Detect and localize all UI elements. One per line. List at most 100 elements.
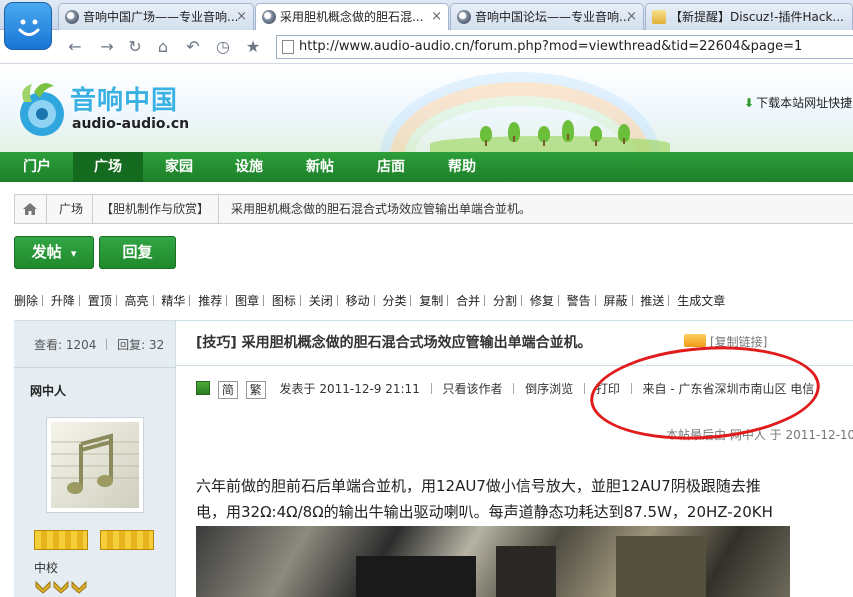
author-name[interactable]: 网中人 [30, 382, 66, 399]
mod-bump[interactable]: 升降 [51, 292, 75, 309]
mod-block[interactable]: 屏蔽 [604, 292, 628, 309]
only-author-link[interactable]: 只看该作者 [443, 382, 503, 396]
browser-tab-bar: 音响中国广场——专业音响... × 采用胆机概念做的胆石混... × 音响中国论… [0, 0, 853, 31]
browser-nav-bar: ← → ↻ ⌂ ↶ ◷ ★ http://www.audio-audio.cn/… [0, 30, 853, 64]
tab-label: 【新提醒】Discuz!-插件Hack... [670, 10, 844, 24]
print-link[interactable]: 打印 [596, 382, 620, 396]
avatar[interactable] [46, 417, 144, 513]
nav-item-home[interactable]: 家园 [150, 152, 208, 182]
bookmark-star-icon[interactable]: ★ [242, 36, 264, 58]
mod-close[interactable]: 关闭 [309, 292, 333, 309]
rank-chevron-icon [35, 580, 87, 594]
download-shortcut-label: 下载本站网址快捷 [756, 96, 853, 110]
post-date: 发表于 2011-12-9 21:11 [279, 382, 420, 396]
thread-type-tag[interactable]: [技巧] [196, 335, 237, 351]
nav-item-portal[interactable]: 门户 [8, 152, 66, 182]
address-bar[interactable]: http://www.audio-audio.cn/forum.php?mod=… [276, 35, 853, 59]
tab-close-icon[interactable]: × [236, 4, 247, 30]
tree-decoration [618, 124, 630, 144]
tab-label: 音响中国论坛——专业音响... [475, 10, 631, 24]
mod-stamp[interactable]: 图章 [235, 292, 259, 309]
nav-item-facilities[interactable]: 设施 [220, 152, 278, 182]
forward-icon[interactable]: → [96, 36, 118, 58]
replies-label: 回复: [117, 338, 146, 352]
nav-item-help[interactable]: 帮助 [433, 152, 491, 182]
views-label: 查看: [34, 338, 63, 352]
history-icon[interactable]: ◷ [212, 36, 234, 58]
breadcrumb-thread: 采用胆机概念做的胆石混合式场效应管输出单端合並机。 [231, 202, 532, 216]
home-icon[interactable]: ⌂ [152, 36, 174, 58]
mod-delete[interactable]: 删除 [14, 292, 38, 309]
site-logo-text: 音响中国 [70, 86, 179, 116]
mod-digest[interactable]: 精华 [161, 292, 185, 309]
post-origin: 来自 - 广东省深圳市南山区 电信 [642, 382, 815, 396]
component-shape [616, 536, 706, 597]
nav-item-plaza[interactable]: 广场 [73, 152, 143, 182]
views-count: 1204 [65, 338, 97, 352]
mod-split[interactable]: 分割 [493, 292, 517, 309]
breadcrumb: 广场 【胆机制作与欣赏】 采用胆机概念做的胆石混合式场效应管输出单端合並机。 [14, 194, 853, 224]
heatsink-shape [356, 556, 476, 597]
mod-icon[interactable]: 图标 [272, 292, 296, 309]
mod-merge[interactable]: 合并 [456, 292, 480, 309]
online-status-icon [196, 381, 210, 395]
refresh-icon[interactable]: ↻ [124, 36, 146, 58]
new-post-button[interactable]: 发帖 ▾ [14, 236, 94, 269]
browser-tab-4[interactable]: 【新提醒】Discuz!-插件Hack... [645, 3, 853, 30]
hill-decoration [430, 136, 670, 152]
post-content: [技巧] 采用胆机概念做的胆石混合式场效应管输出单端合並机。 [复制链接] 简 … [176, 321, 853, 597]
site-favicon-icon [457, 10, 471, 24]
post-body: 六年前做的胆前石后单端合並机，用12AU7做小信号放大，並胆12AU7阴极跟随去… [196, 473, 853, 525]
tab-close-icon[interactable]: × [626, 4, 637, 30]
site-favicon-icon [262, 10, 276, 24]
breadcrumb-separator [211, 195, 219, 223]
nav-item-shops[interactable]: 店面 [362, 152, 420, 182]
amplifier-photo[interactable] [196, 526, 790, 597]
traditional-chinese-button[interactable]: 繁 [245, 381, 266, 399]
mod-warn[interactable]: 警告 [567, 292, 591, 309]
download-arrow-icon: ⬇ [744, 96, 755, 110]
mod-generate-article[interactable]: 生成文章 [677, 292, 725, 309]
tab-label: 采用胆机概念做的胆石混... [280, 10, 424, 24]
thread-title-text: 采用胆机概念做的胆石混合式场效应管输出单端合並机。 [241, 335, 592, 351]
medal-icon [100, 530, 154, 550]
moderation-toolbar: 删除 升降 置顶 高亮 精华 推荐 图章 图标 关闭 移动 分类 复制 合并 分… [14, 292, 725, 308]
tree-decoration [562, 120, 574, 142]
reverse-order-link[interactable]: 倒序浏览 [525, 382, 573, 396]
reply-button[interactable]: 回复 [99, 236, 176, 269]
back-icon[interactable]: ← [64, 36, 86, 58]
mod-repair[interactable]: 修复 [530, 292, 554, 309]
tree-decoration [590, 126, 602, 146]
browser-tab-2[interactable]: 采用胆机概念做的胆石混... × [255, 3, 449, 31]
medal-badges [34, 530, 154, 550]
url-text: http://www.audio-audio.cn/forum.php?mod=… [299, 39, 803, 54]
mod-push[interactable]: 推送 [640, 292, 664, 309]
replies-count: 32 [148, 338, 165, 352]
copy-link[interactable]: [复制链接] [684, 333, 767, 350]
breadcrumb-forum[interactable]: 【胆机制作与欣赏】 [101, 195, 209, 223]
mod-category[interactable]: 分类 [382, 292, 406, 309]
nav-item-new-posts[interactable]: 新帖 [291, 152, 349, 182]
breadcrumb-plaza[interactable]: 广场 [59, 195, 83, 223]
site-logo-domain: audio-audio.cn [72, 116, 190, 132]
tab-close-icon[interactable]: × [431, 4, 442, 30]
new-post-label: 发帖 [31, 243, 62, 261]
browser-tab-1[interactable]: 音响中国广场——专业音响... × [58, 3, 254, 30]
mod-copy[interactable]: 复制 [419, 292, 443, 309]
mod-stick[interactable]: 置顶 [88, 292, 112, 309]
clipboard-icon [684, 334, 706, 347]
mod-recommend[interactable]: 推荐 [198, 292, 222, 309]
site-logo-icon[interactable] [14, 76, 70, 140]
tree-decoration [538, 126, 550, 146]
mod-highlight[interactable]: 高亮 [125, 292, 149, 309]
breadcrumb-separator [85, 195, 93, 223]
home-icon[interactable] [22, 202, 38, 216]
download-shortcut-link[interactable]: ⬇ 下载本站网址快捷 [744, 94, 852, 111]
browser-logo-icon[interactable] [4, 2, 52, 50]
mod-move[interactable]: 移动 [346, 292, 370, 309]
breadcrumb-separator [39, 195, 47, 223]
browser-tab-3[interactable]: 音响中国论坛——专业音响... × [450, 3, 644, 30]
music-note-icon [51, 433, 139, 494]
undo-icon[interactable]: ↶ [182, 36, 204, 58]
simplified-chinese-button[interactable]: 简 [217, 381, 238, 399]
